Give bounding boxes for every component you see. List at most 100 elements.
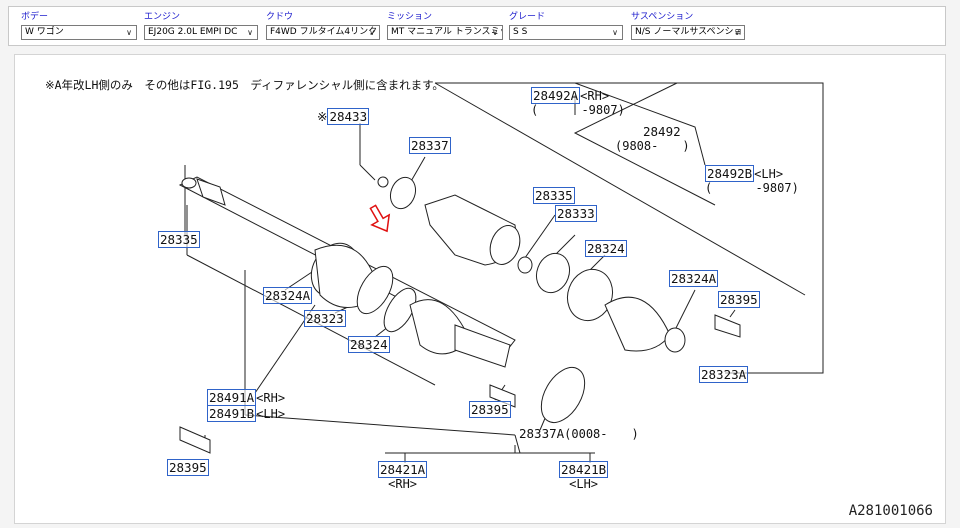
- part-28337A-number: 28337A: [519, 426, 565, 441]
- part-28421B: 28421B <LH>: [559, 461, 609, 491]
- body-select-value: W ワゴン: [25, 27, 64, 37]
- engine-select[interactable]: EJ20G 2.0L EMPI DC ∨: [144, 25, 258, 40]
- part-28324A-right: 28324A: [669, 270, 719, 287]
- part-28323A: 28323A: [699, 366, 749, 383]
- part-28421B-link[interactable]: 28421B: [559, 461, 609, 478]
- damper-bottom: [179, 426, 211, 454]
- part-28335-top: 28335: [533, 187, 575, 204]
- part-28492: 28492 (9808- ): [615, 124, 690, 154]
- part-28335-top-link[interactable]: 28335: [533, 187, 575, 204]
- body-select[interactable]: W ワゴン ∨: [21, 25, 137, 40]
- part-28491B-link[interactable]: 28491B: [207, 405, 257, 422]
- part-28421A-side: <RH>: [388, 477, 418, 491]
- transmission-select-value: MT マニュアル トランスミッシ: [391, 27, 502, 37]
- part-28433-prefix: ※: [317, 109, 328, 124]
- part-28491B-suffix: <LH>: [256, 407, 286, 421]
- engine-select-value: EJ20G 2.0L EMPI DC: [148, 27, 238, 37]
- transmission-select[interactable]: MT マニュアル トランスミッシ ∨: [387, 25, 503, 40]
- filter-transmission: ミッション MT マニュアル トランスミッシ ∨: [387, 11, 503, 40]
- o-ring: [377, 176, 389, 188]
- part-28492A-range: ( -9807): [531, 103, 625, 117]
- part-28324A-left-link[interactable]: 28324A: [263, 287, 313, 304]
- suspension-select-value: N/S ノーマルサスペンション: [635, 27, 744, 37]
- part-28337: 28337: [409, 137, 451, 154]
- filter-grade: グレード S S ∨: [509, 11, 623, 40]
- part-28324-mid-link[interactable]: 28324: [348, 336, 390, 353]
- chevron-down-icon: ∨: [369, 28, 375, 37]
- part-28492A-link[interactable]: 28492A: [531, 87, 581, 104]
- filter-engine: エンジン EJ20G 2.0L EMPI DC ∨: [144, 11, 258, 40]
- small-band: [664, 327, 686, 353]
- drive-select-value: F4WD フルタイム4リンクド: [270, 27, 379, 37]
- part-28491A: 28491A <RH>: [207, 389, 285, 406]
- filter-body: ボデー W ワゴン ∨: [21, 11, 137, 40]
- snap-ring: [181, 177, 197, 189]
- part-28323A-link[interactable]: 28323A: [699, 366, 749, 383]
- diagram-note: ※A年改LH側のみ その他はFIG.195 ディファレンシャル側に含まれます。: [45, 78, 444, 92]
- filter-suspension: サスペンション N/S ノーマルサスペンション ∨: [631, 11, 745, 40]
- part-28433: ※ 28433: [317, 108, 370, 125]
- leader-28324A: [674, 289, 696, 331]
- filter-drive: クドウ F4WD フルタイム4リンクド ∨: [266, 11, 380, 40]
- part-28433-link[interactable]: 28433: [327, 108, 370, 125]
- part-28335-left-link[interactable]: 28335: [158, 231, 200, 248]
- filter-grade-label: グレード: [509, 12, 546, 22]
- part-28491B: 28491B <LH>: [207, 405, 286, 422]
- circlip: [517, 256, 533, 274]
- filter-bar: ボデー W ワゴン ∨ エンジン EJ20G 2.0L EMPI DC ∨ クド…: [8, 6, 946, 46]
- filter-suspension-label: サスペンション: [631, 12, 694, 22]
- parts-diagram: ※A年改LH側のみ その他はFIG.195 ディファレンシャル側に含まれます。 …: [14, 54, 946, 524]
- suspension-select[interactable]: N/S ノーマルサスペンション ∨: [631, 25, 745, 40]
- part-28395-bottom-link[interactable]: 28395: [167, 459, 209, 476]
- part-28324A-left: 28324A: [263, 287, 313, 304]
- part-28324-top-link[interactable]: 28324: [585, 240, 627, 257]
- part-28395-mid: 28395: [469, 401, 511, 418]
- grade-select-value: S S: [513, 27, 528, 37]
- leader-28337: [409, 156, 426, 184]
- part-28337A: 28337A(0008- ): [519, 426, 639, 442]
- part-28492A: 28492A <RH> ( -9807): [531, 87, 625, 117]
- part-28323: 28323: [304, 310, 346, 327]
- part-28333-link[interactable]: 28333: [555, 205, 597, 222]
- figure-code: A281001066: [848, 503, 933, 519]
- part-28323-link[interactable]: 28323: [304, 310, 346, 327]
- part-28492B-link[interactable]: 28492B: [705, 165, 755, 182]
- chevron-down-icon: ∨: [492, 28, 498, 37]
- part-28333: 28333: [555, 205, 597, 222]
- chevron-down-icon: ∨: [247, 28, 253, 37]
- part-28395-mid-link[interactable]: 28395: [469, 401, 511, 418]
- inner-boot: [604, 296, 671, 352]
- leader-28433: [359, 164, 376, 181]
- part-28492B-suffix: <LH>: [754, 167, 784, 181]
- filter-engine-label: エンジン: [144, 12, 181, 22]
- frame-line: [244, 414, 516, 436]
- part-28491A-link[interactable]: 28491A: [207, 389, 257, 406]
- filter-drive-label: クドウ: [266, 12, 294, 22]
- seal: [389, 176, 417, 210]
- part-28395-right-link[interactable]: 28395: [718, 291, 760, 308]
- part-28324A-right-link[interactable]: 28324A: [669, 270, 719, 287]
- part-28395-right: 28395: [718, 291, 760, 308]
- part-28492-range: (9808- ): [615, 139, 690, 153]
- arrow-icon: [369, 204, 391, 233]
- grade-select[interactable]: S S ∨: [509, 25, 623, 40]
- damper: [714, 314, 741, 338]
- drive-select[interactable]: F4WD フルタイム4リンクド ∨: [266, 25, 380, 40]
- part-28337-link[interactable]: 28337: [409, 137, 451, 154]
- chevron-down-icon: ∨: [126, 28, 132, 37]
- chevron-down-icon: ∨: [612, 28, 618, 37]
- part-28421B-side: <LH>: [569, 477, 599, 491]
- part-28324-top: 28324: [585, 240, 627, 257]
- filter-body-label: ボデー: [21, 12, 49, 22]
- part-28492B-range: ( -9807): [705, 181, 799, 195]
- part-28324-mid: 28324: [348, 336, 390, 353]
- part-28492-number: 28492: [643, 124, 681, 139]
- part-28492B: 28492B <LH> ( -9807): [705, 165, 799, 195]
- leader-28395: [729, 309, 736, 318]
- part-28421A-link[interactable]: 28421A: [378, 461, 428, 478]
- part-28492A-suffix: <RH>: [580, 89, 610, 103]
- part-28335-left: 28335: [158, 231, 200, 248]
- parts-illustration: [178, 82, 824, 463]
- part-28421A: 28421A <RH>: [378, 461, 428, 491]
- part-28395-bottom: 28395: [167, 459, 209, 476]
